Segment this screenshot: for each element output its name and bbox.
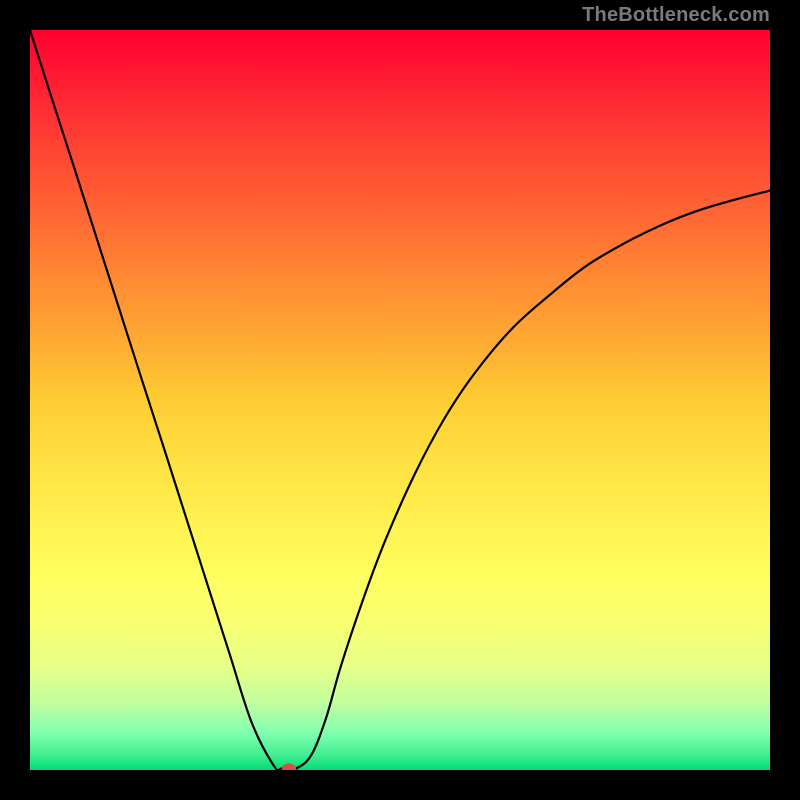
plot-gradient-background [30, 30, 770, 770]
chart-frame: TheBottleneck.com [0, 0, 800, 800]
watermark-text: TheBottleneck.com [582, 4, 770, 27]
